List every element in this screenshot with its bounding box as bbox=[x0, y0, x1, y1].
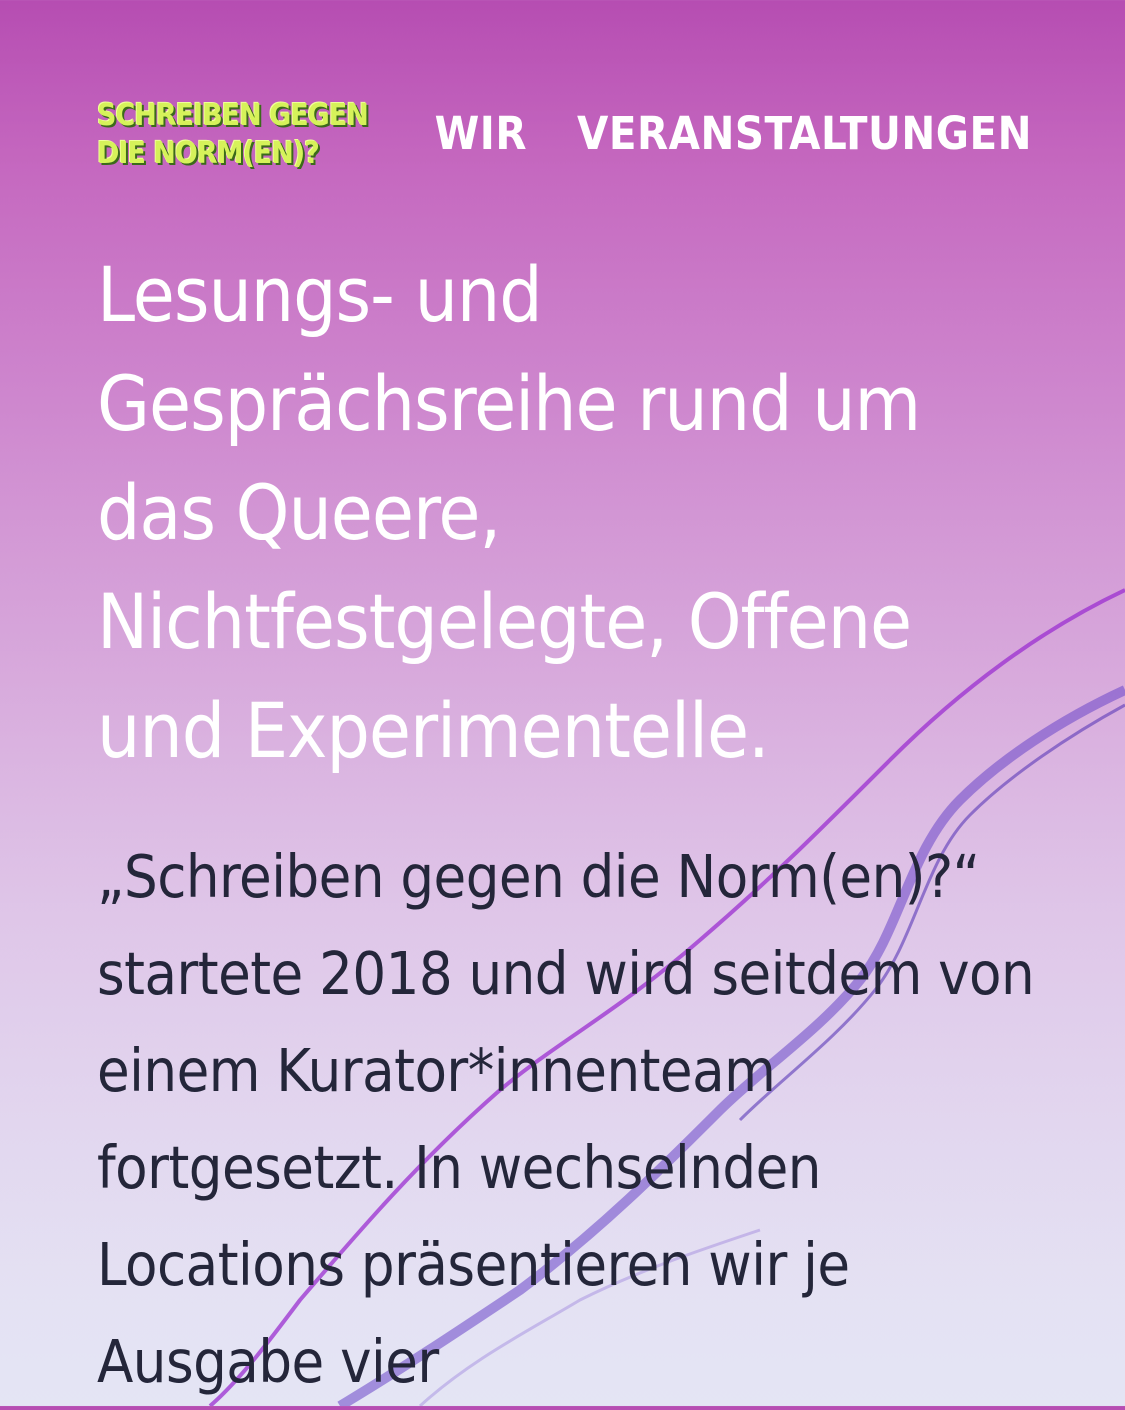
nav-item-wir[interactable]: WIR bbox=[435, 107, 527, 160]
page-headline: Lesungs- und Gesprächsreihe rund um das … bbox=[97, 250, 921, 775]
main-nav: WIR VERANSTALTUNGEN bbox=[435, 107, 1032, 160]
site-logo[interactable]: SCHREIBEN GEGEN DIE NORM(EN)? bbox=[97, 98, 407, 178]
logo-line-1: SCHREIBEN GEGEN bbox=[97, 98, 369, 133]
logo-line-2: DIE NORM(EN)? bbox=[97, 136, 320, 171]
intro-paragraph: „Schreiben gegen die Norm(en)?“ startete… bbox=[97, 842, 1035, 1396]
site-header: SCHREIBEN GEGEN DIE NORM(EN)? WIR VERANS… bbox=[97, 98, 1032, 178]
nav-item-veranstaltungen[interactable]: VERANSTALTUNGEN bbox=[577, 107, 1032, 160]
